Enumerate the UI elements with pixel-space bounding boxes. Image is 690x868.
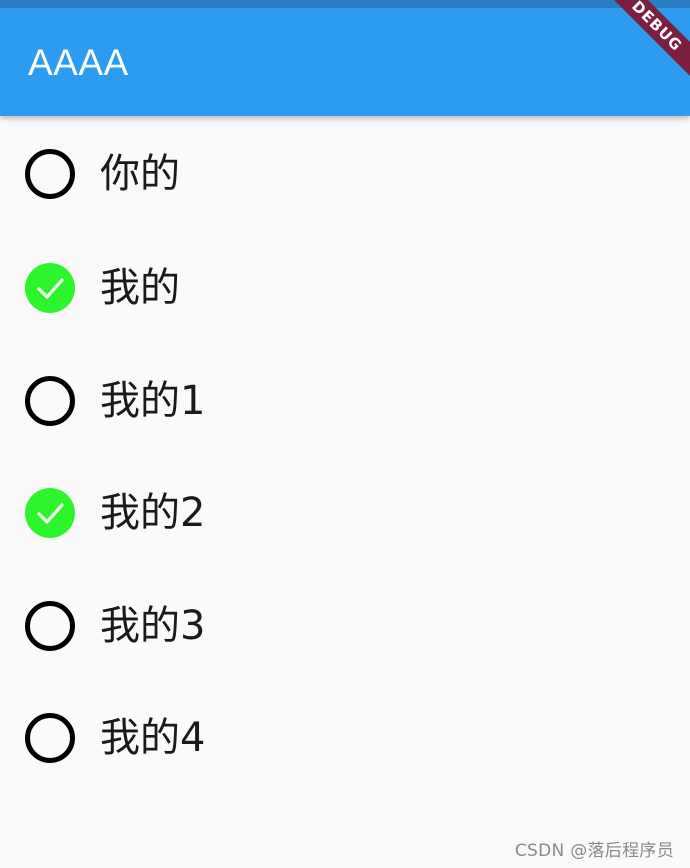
check-circle-icon[interactable] bbox=[25, 488, 75, 539]
option-label: 你的 bbox=[100, 151, 180, 197]
app-screen: AAAA DEBUG 你的 我的 我的1 我的2 我的3 我的4 CSDN @落… bbox=[0, 0, 690, 868]
option-label: 我的1 bbox=[100, 377, 206, 424]
option-list: 你的 我的 我的1 我的2 我的3 我的4 bbox=[0, 116, 690, 795]
option-label: 我的 bbox=[100, 265, 180, 312]
checkmark-icon bbox=[37, 278, 64, 299]
app-bar: AAAA bbox=[0, 8, 690, 116]
option-item-2[interactable]: 我的1 bbox=[0, 345, 690, 458]
option-item-1[interactable]: 我的 bbox=[0, 232, 690, 345]
status-bar bbox=[0, 0, 690, 8]
option-item-5[interactable]: 我的4 bbox=[0, 682, 690, 795]
option-label: 我的4 bbox=[100, 715, 206, 762]
radio-unchecked-icon[interactable] bbox=[25, 600, 75, 651]
check-circle-icon[interactable] bbox=[25, 263, 75, 314]
option-item-4[interactable]: 我的3 bbox=[0, 570, 690, 683]
radio-unchecked-icon[interactable] bbox=[25, 713, 75, 764]
option-item-0[interactable]: 你的 bbox=[0, 116, 690, 232]
option-label: 我的3 bbox=[100, 602, 206, 649]
option-item-3[interactable]: 我的2 bbox=[0, 457, 690, 570]
watermark: CSDN @落后程序员 bbox=[514, 841, 674, 861]
checkmark-icon bbox=[37, 503, 64, 524]
radio-unchecked-icon[interactable] bbox=[25, 149, 75, 199]
option-label: 我的2 bbox=[100, 490, 206, 537]
app-bar-title: AAAA bbox=[28, 42, 129, 83]
radio-unchecked-icon[interactable] bbox=[25, 375, 75, 426]
